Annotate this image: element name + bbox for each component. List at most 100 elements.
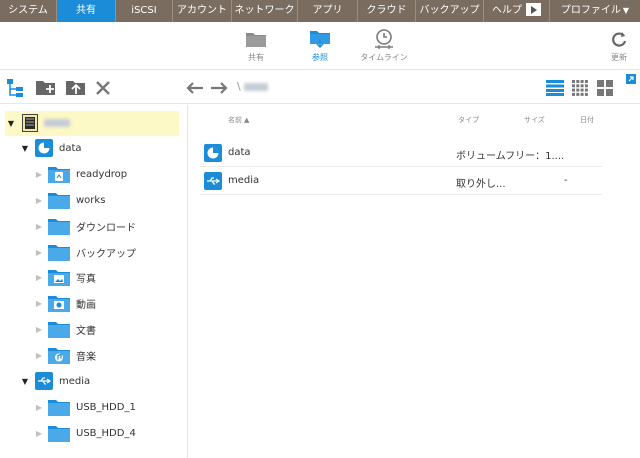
tree-folder-works[interactable]: ▶ works [34, 188, 105, 212]
tree-folder-label: 動画 [76, 299, 96, 311]
expand-button[interactable] [626, 74, 636, 87]
volume-icon [204, 144, 222, 162]
music-folder-icon [48, 347, 70, 364]
path-separator: \ [237, 80, 241, 93]
expand-arrow-icon[interactable]: ▶ [34, 273, 44, 282]
tab-help-label: ヘルプ [492, 5, 522, 16]
expand-arrow-icon[interactable]: ▶ [34, 222, 44, 231]
arrow-left-icon [186, 82, 203, 94]
table-row[interactable]: data ボリュームフリー：1.... [200, 139, 602, 167]
tree-root[interactable]: ▼ [6, 111, 70, 135]
expand-arrow-icon[interactable]: ▼ [6, 119, 16, 128]
small-icon-view-button[interactable] [572, 78, 588, 98]
expand-arrow-icon[interactable]: ▶ [34, 248, 44, 257]
upload-icon [66, 81, 85, 95]
row-type: ボリュームフリー：1.... [456, 151, 565, 162]
back-button[interactable] [186, 78, 204, 98]
tree-volume-media[interactable]: ▼ media [20, 369, 90, 393]
subtab-timeline[interactable]: タイムライン [354, 28, 414, 63]
subtab-browse[interactable]: 参照 [290, 28, 350, 63]
delete-button[interactable] [94, 78, 112, 98]
expand-arrow-icon[interactable]: ▶ [34, 403, 44, 412]
folder-icon [48, 218, 70, 235]
folder-icon [48, 321, 70, 338]
tree-folder-download[interactable]: ▶ ダウンロード [34, 214, 136, 238]
expand-arrow-icon[interactable]: ▼ [20, 144, 30, 153]
tree-folder-videos[interactable]: ▶ 動画 [34, 291, 96, 315]
expand-arrow-icon[interactable]: ▶ [34, 299, 44, 308]
tree-folder-music[interactable]: ▶ 音楽 [34, 343, 96, 367]
tab-apps[interactable]: アプリ [298, 0, 358, 22]
tree-toggle-button[interactable] [6, 78, 26, 98]
tab-accounts[interactable]: アカウント [173, 0, 232, 22]
tab-cloud[interactable]: クラウド [358, 0, 416, 22]
expand-icon [626, 74, 636, 84]
grid-small-icon [572, 80, 588, 96]
tree-folder-usb-hdd-4[interactable]: ▶ USB_HDD_4 [34, 421, 136, 445]
column-header-size[interactable]: サイズ [524, 115, 545, 125]
refresh-label: 更新 [611, 53, 627, 62]
tree-folder-label: ダウンロード [76, 222, 136, 234]
refresh-button[interactable]: 更新 [604, 28, 634, 63]
tree-folder-label: バックアップ [76, 248, 136, 260]
forward-button[interactable] [210, 78, 228, 98]
path-current [243, 83, 268, 91]
table-row[interactable]: media 取り外し... - [200, 167, 602, 195]
expand-arrow-icon[interactable]: ▶ [34, 170, 44, 179]
tab-system[interactable]: システム [0, 0, 57, 22]
subtab-shares[interactable]: 共有 [226, 28, 286, 63]
tree-folder-usb-hdd-1[interactable]: ▶ USB_HDD_1 [34, 395, 136, 419]
tab-profile[interactable]: プロファイル ▼ [550, 0, 640, 22]
subtab-browse-label: 参照 [312, 53, 328, 62]
expand-arrow-icon[interactable]: ▶ [34, 429, 44, 438]
subtab-timeline-label: タイムライン [360, 53, 408, 62]
tree-folder-label: readydrop [76, 168, 128, 180]
folder-icon [48, 425, 70, 442]
row-name: data [228, 147, 251, 158]
tree-folder-documents[interactable]: ▶ 文書 [34, 317, 96, 341]
row-date: - [564, 175, 568, 186]
new-folder-button[interactable] [35, 78, 57, 98]
photo-folder-icon [48, 269, 70, 286]
tree-folder-label: 文書 [76, 325, 96, 337]
expand-arrow-icon[interactable]: ▶ [34, 325, 44, 334]
upload-button[interactable] [65, 78, 87, 98]
row-type: 取り外し... [456, 179, 506, 190]
folder-icon [226, 28, 286, 50]
tab-help[interactable]: ヘルプ [484, 0, 550, 22]
tab-network[interactable]: ネットワーク [232, 0, 298, 22]
column-header-name[interactable]: 名前 ▲ [228, 115, 249, 125]
arrow-right-icon [211, 82, 228, 94]
tab-profile-label: プロファイル [560, 5, 621, 16]
expand-arrow-icon[interactable]: ▶ [34, 196, 44, 205]
large-icon-view-button[interactable] [597, 78, 613, 98]
tree-root-label [44, 119, 70, 127]
tab-shares[interactable]: 共有 [57, 0, 116, 22]
nas-device-icon [22, 114, 38, 132]
tab-backup[interactable]: バックアップ [416, 0, 484, 22]
top-nav: システム 共有 iSCSI アカウント ネットワーク アプリ クラウド バックア… [0, 0, 640, 22]
sub-nav: 共有 参照 タイムライン 更新 [0, 22, 640, 70]
subtab-shares-label: 共有 [248, 53, 264, 62]
path-breadcrumb: \ [237, 80, 268, 93]
tree-volume-media-label: media [59, 375, 91, 387]
video-play-icon[interactable] [526, 2, 541, 16]
expand-arrow-icon[interactable]: ▼ [20, 377, 30, 386]
tab-iscsi[interactable]: iSCSI [116, 0, 173, 22]
new-folder-icon [36, 81, 55, 95]
list-view-button[interactable] [546, 78, 564, 98]
tree-folder-photos[interactable]: ▶ 写真 [34, 265, 96, 289]
column-header-date[interactable]: 日付 [580, 115, 594, 125]
column-header-type[interactable]: タイプ [458, 115, 479, 125]
folder-icon [48, 399, 70, 416]
tree-folder-label: 音楽 [76, 351, 96, 363]
tree-folder-readydrop[interactable]: ▶ readydrop [34, 162, 127, 186]
browse-folder-icon [290, 28, 350, 50]
tree-view-icon [7, 79, 23, 97]
folder-icon [48, 192, 70, 209]
grid-large-icon [597, 80, 613, 96]
tree-volume-data[interactable]: ▼ data [20, 136, 82, 160]
usb-icon [204, 172, 222, 190]
tree-folder-backup[interactable]: ▶ バックアップ [34, 240, 136, 264]
expand-arrow-icon[interactable]: ▶ [34, 351, 44, 360]
